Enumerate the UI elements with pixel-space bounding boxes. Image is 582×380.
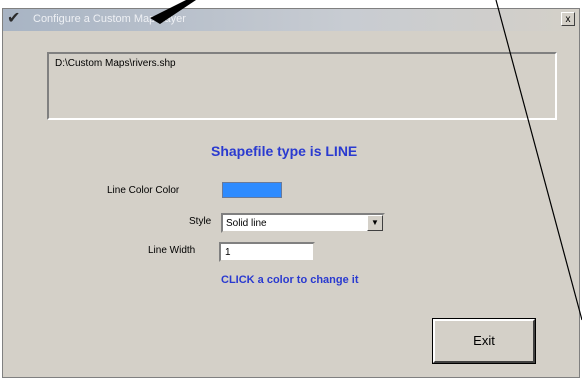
line-width-input[interactable]: 1 — [219, 242, 315, 262]
window-title: Configure a Custom Map Layer — [33, 13, 186, 25]
shapefile-path-box: D:\Custom Maps\rivers.shp — [47, 52, 557, 120]
shapefile-path: D:\Custom Maps\rivers.shp — [55, 58, 176, 69]
chevron-down-icon: ▼ — [371, 218, 379, 227]
close-icon: x — [565, 14, 571, 25]
close-button[interactable]: x — [561, 12, 575, 26]
configure-layer-dialog: ✔ Configure a Custom Map Layer x D:\Cust… — [2, 8, 580, 378]
title-bar[interactable]: ✔ Configure a Custom Map Layer x — [3, 9, 579, 31]
exit-button-label: Exit — [473, 333, 495, 348]
checkmark-icon: ✔ — [7, 10, 21, 27]
dropdown-button[interactable]: ▼ — [367, 215, 383, 231]
shapefile-type-label: Shapefile type is LINE — [211, 143, 358, 159]
style-label: Style — [189, 216, 212, 227]
style-selected-value: Solid line — [226, 218, 267, 229]
line-color-swatch[interactable] — [222, 182, 282, 198]
line-width-label: Line Width — [148, 245, 196, 256]
exit-button[interactable]: Exit — [432, 318, 536, 364]
style-select[interactable]: Solid line ▼ — [221, 213, 385, 233]
line-color-label: Line Color Color — [107, 185, 180, 196]
change-color-hint: CLICK a color to change it — [221, 274, 359, 286]
